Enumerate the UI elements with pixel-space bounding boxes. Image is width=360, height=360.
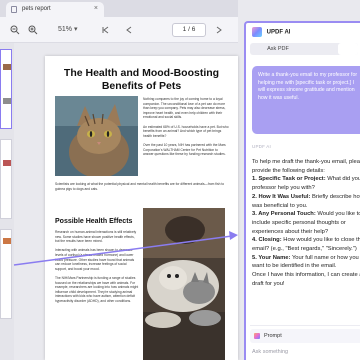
pdf-page: The Health and Mood-Boosting Benefits of… [45,56,238,360]
tab-chat[interactable] [338,43,358,55]
dog-and-cat-photo [143,208,225,360]
intro-text: Nothing compares to the joy of coming ho… [143,97,229,157]
page-indicator[interactable]: 1 / 6 [172,23,206,37]
prompt-bar: Prompt Ask something [250,325,360,360]
user-prompt-bubble: Write a thank-you email to my professor … [252,66,360,134]
tab-ask-pdf[interactable]: Ask PDF [250,43,306,55]
ai-assistant-panel: UPDF AI Ask PDF Write a thank-you email … [244,21,360,360]
toolbar: 51% ▾ 1 / 6 [0,17,238,43]
tab-bar: pets report × [0,0,238,17]
prompt-label: Prompt [264,333,282,339]
reply-intro: To help me draft the thank-you email, pl… [252,159,360,174]
mode-switch: Ask PDF [250,43,358,55]
panel-header: UPDF AI [252,27,290,37]
prev-page-icon[interactable] [124,25,134,35]
section-text: Research on human-animal interactions is… [55,230,139,303]
intro-text-2: Scientists are looking at what the poten… [55,182,225,191]
prompt-icon [254,333,260,339]
zoom-value: 51% [58,26,73,33]
thumbnail-image [3,64,11,70]
chevron-down-icon: ▾ [73,26,78,33]
close-icon[interactable]: × [94,5,98,12]
ai-label: UPDF AI [252,144,271,149]
section-heading: Possible Health Effects [55,218,133,225]
cat-photo [55,96,138,176]
thumbnail-image [3,160,11,166]
ask-input[interactable]: Ask something [252,349,288,355]
document-title: The Health and Mood-Boosting Benefits of… [63,67,220,92]
list-item: 1. Specific Task or Project: What did yo… [252,176,360,192]
reply-outro: Once I have this information, I can crea… [252,272,360,287]
zoom-in-icon[interactable] [28,25,38,35]
thumbnail-image [3,98,11,104]
thumbnail-strip [0,43,14,360]
panel-title: UPDF AI [266,29,291,36]
list-item: 2. How It Was Useful: Briefly describe h… [252,193,360,209]
zoom-out-icon[interactable] [10,25,20,35]
tab-pets-report[interactable]: pets report × [6,2,104,17]
document-icon [11,6,17,13]
list-item: 4. Closing: How would you like to close … [252,237,360,253]
reply-list: 1. Specific Task or Project: What did yo… [252,175,360,271]
prompt-button[interactable]: Prompt [250,329,360,343]
thumbnail-image [3,238,11,244]
updf-logo-icon [252,27,262,37]
zoom-select[interactable]: 51% ▾ [58,24,77,36]
thumbnail-page-1[interactable] [0,49,12,129]
tab-title: pets report [22,6,51,12]
page-current: 1 [182,26,187,33]
first-page-icon[interactable] [100,25,110,35]
list-item: 3. Any Personal Touch: Would you like to… [252,211,360,235]
thumbnail-page-3[interactable] [0,229,12,319]
next-page-icon[interactable] [214,25,224,35]
page-total: 6 [191,26,196,33]
thumbnail-page-2[interactable] [0,139,12,219]
list-item: 5. Your Name: Your full name or how you … [252,254,359,270]
page-separator: / [188,26,190,33]
ai-reply: To help me draft the thank-you email, pl… [252,158,360,289]
